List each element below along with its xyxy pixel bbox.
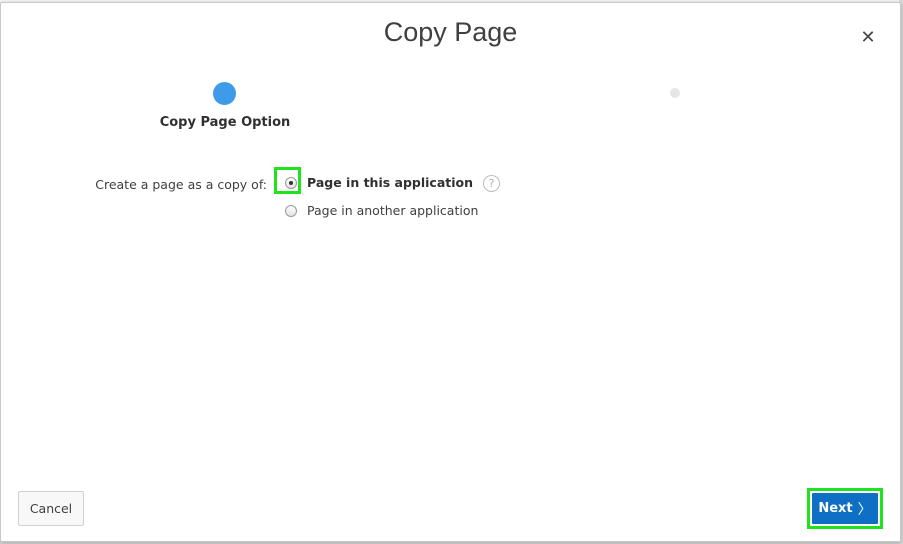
wizard-step-label: Copy Page Option [159, 115, 291, 130]
cancel-button[interactable]: Cancel [18, 491, 84, 526]
next-button[interactable]: Next 〉 [812, 493, 878, 524]
radio-option-another-application[interactable]: Page in another application [285, 203, 478, 218]
wizard-step-active-dot [213, 82, 236, 105]
radio-label[interactable]: Page in another application [307, 203, 478, 218]
radio-button[interactable] [285, 204, 297, 217]
close-icon[interactable]: ✕ [856, 25, 880, 49]
wizard-step-inactive-dot [670, 88, 680, 98]
radio-label[interactable]: Page in this application [307, 175, 473, 190]
selection-highlight-box [274, 167, 301, 194]
copy-source-label: Create a page as a copy of: [95, 177, 267, 192]
help-icon[interactable]: ? [483, 175, 500, 192]
copy-page-dialog: Copy Page ✕ Copy Page Option Create a pa… [0, 2, 901, 542]
next-button-label: Next [818, 501, 853, 516]
chevron-right-icon: 〉 [857, 501, 872, 518]
dialog-title: Copy Page [383, 17, 518, 47]
radio-option-this-application[interactable]: Page in this application [285, 175, 473, 190]
